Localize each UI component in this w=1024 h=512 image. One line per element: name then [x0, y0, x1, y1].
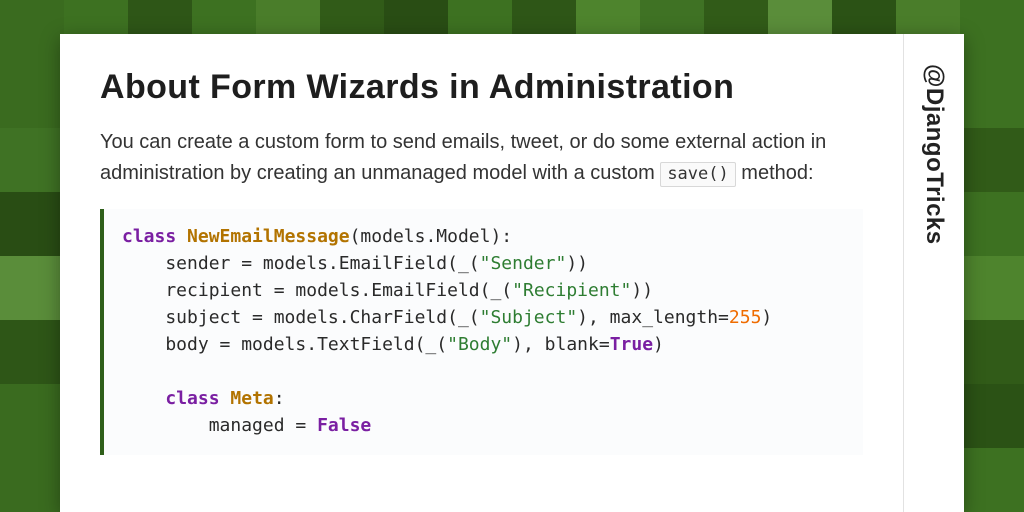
code-text — [122, 388, 165, 409]
string-subject: "Subject" — [480, 307, 578, 328]
article-main: About Form Wizards in Administration You… — [60, 34, 903, 512]
code-text: (models.Model): — [350, 226, 513, 247]
code-text: managed = — [122, 415, 317, 436]
bool-true: True — [610, 334, 653, 355]
content-card: About Form Wizards in Administration You… — [60, 34, 964, 512]
code-text: recipient = models.EmailField(_( — [122, 280, 512, 301]
code-text: )) — [631, 280, 653, 301]
lead-text-after: method: — [741, 162, 813, 184]
code-text: : — [274, 388, 285, 409]
keyword-class-meta: class — [165, 388, 219, 409]
page-title: About Form Wizards in Administration — [100, 68, 863, 107]
inline-code-save: save() — [660, 162, 735, 187]
code-block: class NewEmailMessage(models.Model): sen… — [100, 209, 863, 455]
string-recipient: "Recipient" — [512, 280, 631, 301]
code-text: )) — [566, 253, 588, 274]
sidebar: @DjangoTricks — [903, 34, 964, 512]
code-text: ), blank= — [512, 334, 610, 355]
code-text: ), max_length= — [577, 307, 729, 328]
number-255: 255 — [729, 307, 762, 328]
code-text: sender = models.EmailField(_( — [122, 253, 480, 274]
code-text: ) — [761, 307, 772, 328]
lead-paragraph: You can create a custom form to send ema… — [100, 127, 863, 189]
bool-false: False — [317, 415, 371, 436]
string-sender: "Sender" — [480, 253, 567, 274]
string-body: "Body" — [447, 334, 512, 355]
keyword-class: class — [122, 226, 176, 247]
classname-meta: Meta — [230, 388, 273, 409]
code-text: body = models.TextField(_( — [122, 334, 447, 355]
code-text: subject = models.CharField(_( — [122, 307, 480, 328]
author-handle: @DjangoTricks — [920, 64, 948, 245]
classname-newemailmessage: NewEmailMessage — [187, 226, 350, 247]
code-text: ) — [653, 334, 664, 355]
